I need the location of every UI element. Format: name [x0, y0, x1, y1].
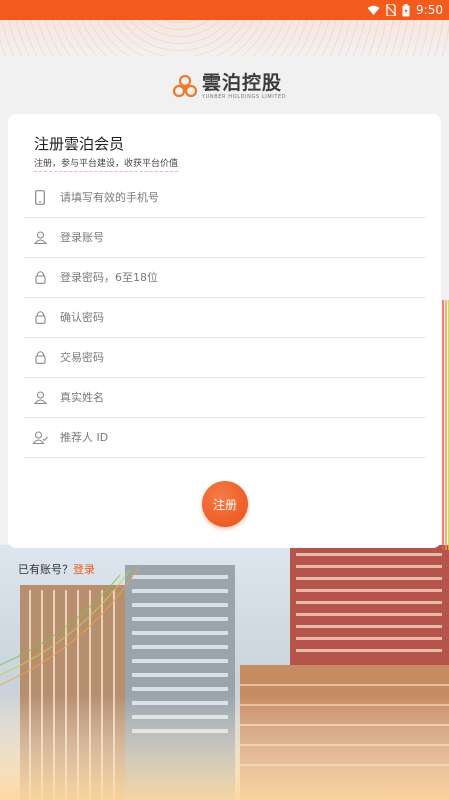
login-link[interactable]: 登录: [73, 563, 95, 576]
phone-field[interactable]: 请填写有效的手机号: [24, 177, 426, 218]
logo-name-cn: 雲泊控股: [202, 72, 283, 94]
trade-password-placeholder: 交易密码: [60, 351, 104, 364]
lock-icon: [32, 309, 48, 325]
phone-placeholder: 请填写有效的手机号: [60, 191, 159, 204]
register-card: 注册雲泊会员 注册，参与平台建设，收获平台价值 请填写有效的手机号 登录账号 登…: [8, 114, 441, 548]
confirm-password-placeholder: 确认密码: [60, 311, 104, 324]
login-password-placeholder: 登录密码，6至18位: [60, 271, 158, 284]
city-skyline-graphic: [0, 545, 449, 800]
referrer-id-field[interactable]: 推荐人 ID: [24, 417, 426, 458]
right-rainbow-decoration: [442, 300, 449, 550]
header-decoration: [0, 20, 449, 56]
status-time: 9:50: [416, 3, 443, 17]
trade-password-field[interactable]: 交易密码: [24, 337, 426, 378]
user-icon: [32, 229, 48, 245]
lock-icon: [32, 349, 48, 365]
phone-icon: [32, 189, 48, 205]
referrer-id-placeholder: 推荐人 ID: [60, 431, 109, 444]
wifi-icon: [367, 5, 380, 15]
login-prompt: 已有账号？登录: [18, 561, 95, 577]
real-name-field[interactable]: 真实姓名: [24, 377, 426, 418]
city-background-image: [0, 545, 449, 800]
logo-emblem-icon: [172, 74, 198, 98]
user-icon: [32, 389, 48, 405]
battery-icon: [402, 3, 410, 16]
form-title: 注册雲泊会员: [34, 135, 125, 153]
login-password-field[interactable]: 登录密码，6至18位: [24, 257, 426, 298]
register-button[interactable]: 注册: [202, 481, 248, 527]
form-subtitle: 注册，参与平台建设，收获平台价值: [34, 156, 179, 172]
brand-logo: 雲泊控股 YUNBER HOLDINGS LIMITED: [172, 72, 286, 102]
user-check-icon: [32, 429, 48, 445]
logo-name-en: YUNBER HOLDINGS LIMITED: [202, 94, 287, 100]
lock-icon: [32, 269, 48, 285]
status-bar: 9:50: [0, 0, 449, 20]
no-sim-icon: [386, 4, 397, 16]
real-name-placeholder: 真实姓名: [60, 391, 104, 404]
has-account-text: 已有账号？: [18, 563, 73, 576]
account-placeholder: 登录账号: [60, 231, 104, 244]
confirm-password-field[interactable]: 确认密码: [24, 297, 426, 338]
account-field[interactable]: 登录账号: [24, 217, 426, 258]
